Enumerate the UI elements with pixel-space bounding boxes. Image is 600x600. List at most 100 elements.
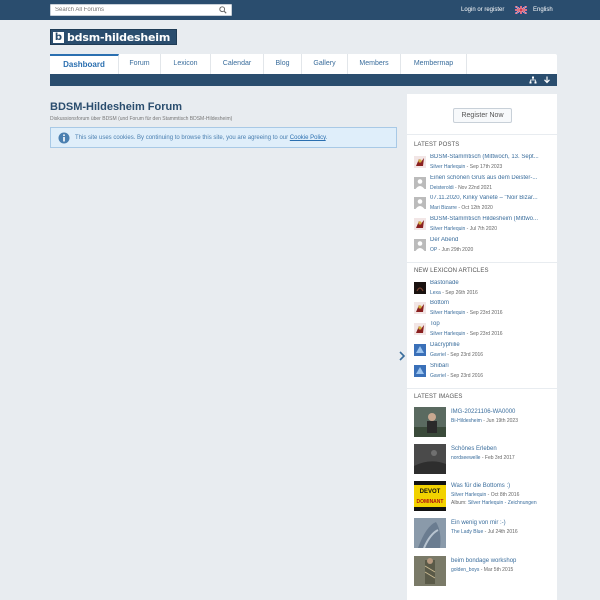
tab-membermap[interactable]: Membermap <box>401 54 467 74</box>
lexicon-meta: Gavriel - Sep 23rd 2016 <box>430 352 484 358</box>
lexicon-title[interactable]: Shibari <box>430 363 552 369</box>
latest-image-item[interactable]: beim bondage workshop golden_boys - Mar … <box>414 556 554 590</box>
search-input[interactable] <box>55 5 215 15</box>
image-meta: nordseewelle - Feb 3rd 2017 <box>451 455 515 461</box>
avatar-default-icon <box>414 177 426 189</box>
image-meta: The Lady Blue - Jul 24th 2016 <box>451 529 518 535</box>
lexicon-item[interactable]: Bastonade Lexa - Sep 26th 2016 <box>414 280 554 300</box>
avatar-blue-icon <box>414 365 426 377</box>
image-thumbnail[interactable] <box>414 556 446 586</box>
image-title[interactable]: Was für die Bottoms :) <box>451 483 510 489</box>
tab-members[interactable]: Members <box>348 54 401 74</box>
album-link[interactable]: Silver Harlequin - Zeichnungen <box>468 500 537 506</box>
avatar-harlequin-icon <box>414 323 426 335</box>
image-thumbnail[interactable] <box>414 407 446 437</box>
image-title[interactable]: Ein wenig von mir :-) <box>451 520 506 526</box>
register-now-button[interactable]: Register Now <box>453 108 512 123</box>
tab-forum[interactable]: Forum <box>119 54 161 74</box>
latest-post-meta: OP - Jun 29th 2020 <box>430 247 474 253</box>
image-text-devot: DEVOT <box>420 489 441 495</box>
login-link[interactable]: Login or register <box>461 7 504 13</box>
logo-b-icon: b <box>53 32 64 43</box>
cookie-notice-text: This site uses cookies. By continuing to… <box>75 135 328 141</box>
latest-post-item[interactable]: Einen schönen Gruß aus dem Deister-... D… <box>414 175 554 195</box>
latest-post-meta: Deisteroldi - Nov 22nd 2021 <box>430 185 492 191</box>
latest-image-item[interactable]: Schönes Erleben nordseewelle - Feb 3rd 2… <box>414 444 554 478</box>
latest-post-meta: Silver Harlequin - Jul 7th 2020 <box>430 226 497 232</box>
latest-image-item[interactable]: DEVOT DOMINANT Was für die Bottoms :) Si… <box>414 481 554 515</box>
image-title[interactable]: IMG-20221106-WA0000 <box>451 409 515 415</box>
lexicon-item[interactable]: Bottom Silver Harlequin - Sep 23rd 2016 <box>414 300 554 320</box>
sub-navigation-bar <box>50 74 557 86</box>
avatar-dark-icon <box>414 282 426 294</box>
lexicon-title[interactable]: Dacryphilie <box>430 342 552 348</box>
avatar-harlequin-icon <box>414 218 426 230</box>
latest-posts-heading: LATEST POSTS <box>414 142 460 148</box>
tab-calendar[interactable]: Calendar <box>211 54 264 74</box>
avatar-default-icon <box>414 197 426 209</box>
page-subtitle: Diskussionsforum über BDSM (und Forum fü… <box>50 116 233 122</box>
image-thumbnail[interactable] <box>414 444 446 474</box>
avatar-harlequin-icon <box>414 302 426 314</box>
latest-post-title[interactable]: BDSM-Stammtisch Hildesheim (Mittwo... <box>430 216 552 222</box>
page-title: BDSM-Hildesheim Forum <box>50 101 183 113</box>
divider <box>407 262 557 263</box>
language-label: English <box>533 7 553 13</box>
uk-flag-icon <box>515 6 527 14</box>
latest-image-item[interactable]: IMG-20221106-WA0000 Bi-Hildesheim - Jun … <box>414 407 554 441</box>
cookie-notice: This site uses cookies. By continuing to… <box>50 127 397 148</box>
language-selector[interactable]: English <box>515 5 559 15</box>
lexicon-meta: Silver Harlequin - Sep 23rd 2016 <box>430 331 503 337</box>
lexicon-item[interactable]: Dacryphilie Gavriel - Sep 23rd 2016 <box>414 342 554 362</box>
lexicon-title[interactable]: Top <box>430 321 552 327</box>
lexicon-title[interactable]: Bastonade <box>430 280 552 286</box>
latest-post-item[interactable]: BDSM-Stammtisch Hildesheim (Mittwo... Si… <box>414 216 554 236</box>
main-navigation: Dashboard Forum Lexicon Calendar Blog Ga… <box>50 54 557 74</box>
avatar-default-icon <box>414 239 426 251</box>
latest-post-title[interactable]: Der Abend <box>430 237 552 243</box>
search-icon[interactable] <box>219 6 227 14</box>
lexicon-item[interactable]: Shibari Gavriel - Sep 23rd 2016 <box>414 363 554 383</box>
tab-dashboard[interactable]: Dashboard <box>50 54 119 74</box>
latest-post-meta: Mari Bizarre - Oct 12th 2020 <box>430 205 493 211</box>
latest-post-title[interactable]: Einen schönen Gruß aus dem Deister-... <box>430 175 552 181</box>
image-thumbnail[interactable]: DEVOT DOMINANT <box>414 481 446 511</box>
avatar-blue-icon <box>414 344 426 356</box>
avatar-harlequin-icon <box>414 156 426 168</box>
image-thumbnail[interactable] <box>414 518 446 548</box>
cookie-policy-link[interactable]: Cookie Policy <box>290 135 326 141</box>
latest-images-heading: LATEST IMAGES <box>414 394 463 400</box>
lexicon-title[interactable]: Bottom <box>430 300 552 306</box>
logo-text: bdsm-hildesheim <box>67 31 171 44</box>
image-meta: Silver Harlequin - Oct 8th 2016 <box>451 492 520 498</box>
tab-blog[interactable]: Blog <box>264 54 302 74</box>
latest-post-meta: Silver Harlequin - Sep 17th 2023 <box>430 164 503 170</box>
latest-image-item[interactable]: Ein wenig von mir :-) The Lady Blue - Ju… <box>414 518 554 552</box>
image-title[interactable]: Schönes Erleben <box>451 446 497 452</box>
image-album: Album: Silver Harlequin - Zeichnungen <box>451 500 537 506</box>
divider <box>407 388 557 389</box>
image-meta: Bi-Hildesheim - Jun 19th 2023 <box>451 418 518 424</box>
lexicon-meta: Gavriel - Sep 23rd 2016 <box>430 373 484 379</box>
latest-post-item[interactable]: 07.11.2020, Kinky Varieté – "Noir Bizar.… <box>414 195 554 215</box>
latest-post-item[interactable]: BDSM-Stammtisch (Mittwoch, 13. Sept... S… <box>414 154 554 174</box>
sidebar-collapse-chevron-icon[interactable] <box>397 350 407 362</box>
lexicon-item[interactable]: Top Silver Harlequin - Sep 23rd 2016 <box>414 321 554 341</box>
search-box[interactable] <box>50 4 232 16</box>
top-bar: Login or register English <box>0 0 600 20</box>
latest-post-item[interactable]: Der Abend OP - Jun 29th 2020 <box>414 237 554 257</box>
latest-post-title[interactable]: 07.11.2020, Kinky Varieté – "Noir Bizar.… <box>430 195 552 201</box>
new-lexicon-heading: NEW LEXICON ARTICLES <box>414 268 489 274</box>
info-icon <box>58 132 70 144</box>
sitemap-icon[interactable] <box>529 76 537 84</box>
image-text-dominant: DOMINANT <box>417 499 444 505</box>
tab-lexicon[interactable]: Lexicon <box>161 54 211 74</box>
divider <box>407 134 557 135</box>
tab-gallery[interactable]: Gallery <box>302 54 348 74</box>
arrow-down-icon[interactable] <box>543 76 551 84</box>
image-meta: golden_boys - Mar 5th 2015 <box>451 567 514 573</box>
site-logo[interactable]: b bdsm-hildesheim <box>50 29 177 45</box>
lexicon-meta: Silver Harlequin - Sep 23rd 2016 <box>430 310 503 316</box>
image-title[interactable]: beim bondage workshop <box>451 558 516 564</box>
latest-post-title[interactable]: BDSM-Stammtisch (Mittwoch, 13. Sept... <box>430 154 552 160</box>
